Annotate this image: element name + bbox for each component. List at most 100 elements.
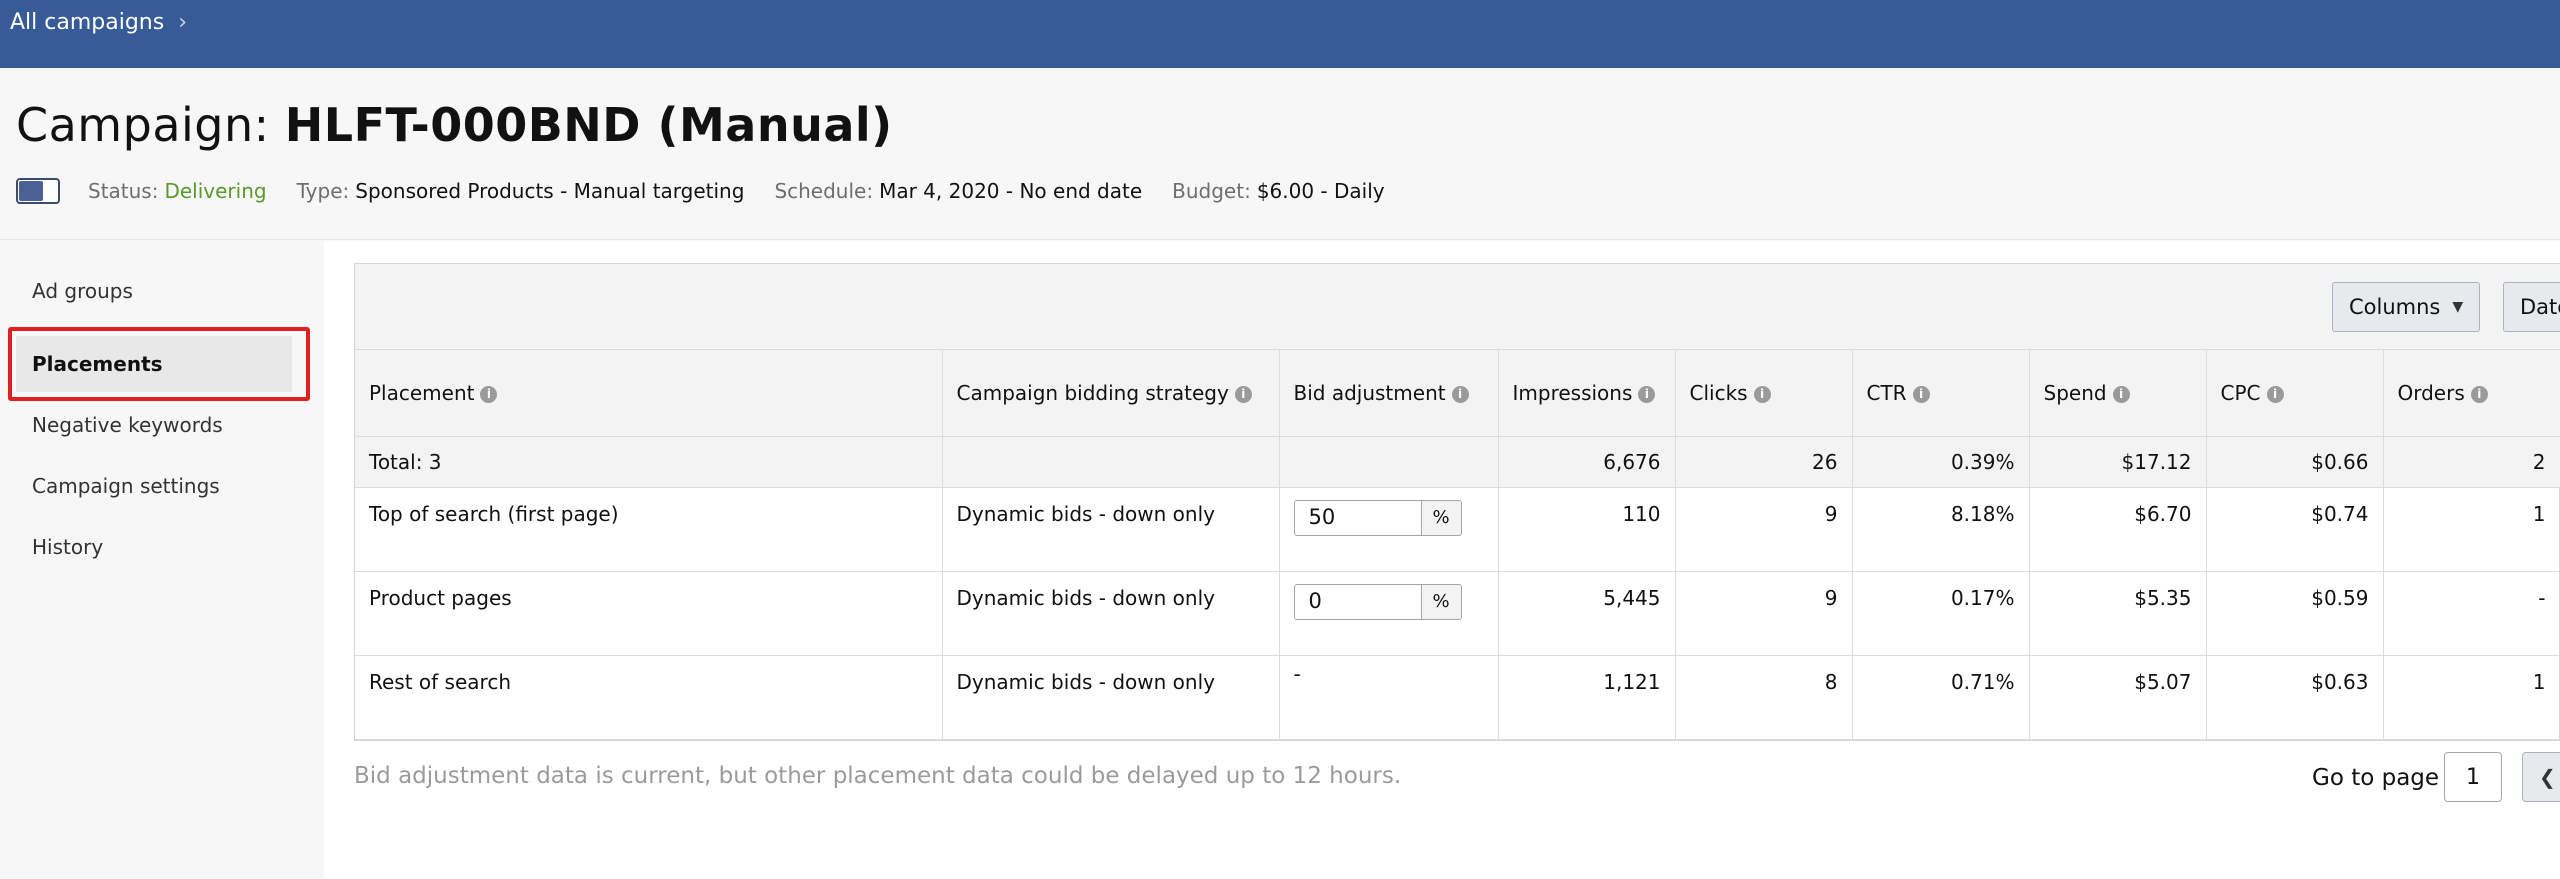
column-header-cpc[interactable]: CPC i <box>2206 350 2384 437</box>
spend-cell: $5.07 <box>2029 655 2207 740</box>
bid-adjustment-cell: - <box>1279 655 1499 740</box>
bid-adjustment-cell: 0 % <box>1279 571 1499 656</box>
info-icon[interactable]: i <box>1638 385 1656 403</box>
header-label: Campaign bidding strategy <box>956 380 1229 405</box>
total-impressions: 6,676 <box>1498 436 1676 488</box>
columns-button[interactable]: Columns ▼ <box>2332 282 2481 332</box>
column-header-bid-adjustment[interactable]: Bid adjustment i <box>1279 350 1499 437</box>
columns-button-label: Columns <box>2349 295 2441 319</box>
schedule-value: Mar 4, 2020 - No end date <box>879 179 1143 203</box>
info-icon[interactable]: i <box>1234 385 1252 403</box>
date-range-button[interactable]: Date <box>2503 282 2560 332</box>
bid-adjustment-input-group: 0 % <box>1293 583 1462 620</box>
top-navigation-bar: All campaigns › <box>0 0 2560 68</box>
ctr-cell: 0.17% <box>1852 571 2030 656</box>
sidebar-item-ad-groups[interactable]: Ad groups <box>16 263 292 319</box>
table-total-row: Total: 3 6,676 26 0.39% $17.12 $0.66 2 <box>355 436 2560 488</box>
campaign-enable-toggle[interactable] <box>16 178 60 204</box>
impressions-cell: 1,121 <box>1498 655 1676 740</box>
campaign-name: HLFT-000BND (Manual) <box>284 98 893 152</box>
budget-value: $6.00 - Daily <box>1256 179 1385 203</box>
total-strategy-empty <box>942 436 1280 488</box>
placement-cell: Rest of search <box>355 655 943 740</box>
previous-page-button[interactable]: ❮ <box>2522 752 2560 802</box>
clicks-cell: 8 <box>1675 655 1853 740</box>
sidebar-item-history[interactable]: History <box>16 519 292 575</box>
info-icon[interactable]: i <box>2266 385 2284 403</box>
header-label: Orders <box>2397 380 2465 405</box>
strategy-cell: Dynamic bids - down only <box>942 655 1280 740</box>
date-button-label: Date <box>2520 295 2560 319</box>
bid-adjustment-input[interactable]: 50 <box>1293 499 1422 536</box>
header-label: Bid adjustment <box>1293 380 1446 405</box>
column-header-ctr[interactable]: CTR i <box>1852 350 2030 437</box>
column-header-placement[interactable]: Placement i <box>355 350 943 437</box>
selection-highlight-box <box>8 327 310 401</box>
clicks-cell: 9 <box>1675 571 1853 656</box>
total-clicks: 26 <box>1675 436 1853 488</box>
go-to-page-label: Go to page <box>2312 765 2440 791</box>
sidebar-item-negative-keywords[interactable]: Negative keywords <box>16 397 292 453</box>
table-row: Rest of search Dynamic bids - down only … <box>355 655 2560 740</box>
cpc-cell: $0.59 <box>2206 571 2384 656</box>
placements-table: Placement i Campaign bidding strategy i Bi… <box>355 350 2560 740</box>
page-number-input[interactable]: 1 <box>2444 752 2502 802</box>
strategy-cell: Dynamic bids - down only <box>942 487 1280 572</box>
impressions-cell: 110 <box>1498 487 1676 572</box>
budget-label: Budget: <box>1172 179 1251 203</box>
column-header-orders[interactable]: Orders i <box>2383 350 2560 437</box>
data-delay-note: Bid adjustment data is current, but othe… <box>354 763 1402 789</box>
info-icon[interactable]: i <box>480 385 498 403</box>
header-label: Impressions <box>1512 380 1633 405</box>
status-value: Delivering <box>164 179 267 203</box>
table-row: Top of search (first page) Dynamic bids … <box>355 487 2560 572</box>
clicks-cell: 9 <box>1675 487 1853 572</box>
column-header-impressions[interactable]: Impressions i <box>1498 350 1676 437</box>
orders-cell: 1 <box>2383 655 2560 740</box>
header-label: CTR <box>1866 380 1907 405</box>
title-prefix: Campaign: <box>16 98 285 152</box>
impressions-cell: 5,445 <box>1498 571 1676 656</box>
type-label: Type: <box>296 179 350 203</box>
chevron-down-icon: ▼ <box>2452 299 2464 315</box>
orders-cell: - <box>2383 571 2560 656</box>
strategy-cell: Dynamic bids - down only <box>942 571 1280 656</box>
type-value: Sponsored Products - Manual targeting <box>355 179 745 203</box>
column-header-clicks[interactable]: Clicks i <box>1675 350 1853 437</box>
column-header-spend[interactable]: Spend i <box>2029 350 2207 437</box>
info-icon[interactable]: i <box>1753 385 1771 403</box>
header-label: Placement <box>369 380 475 405</box>
orders-cell: 1 <box>2383 487 2560 572</box>
schedule-label: Schedule: <box>774 179 874 203</box>
breadcrumb: All campaigns › <box>10 10 187 35</box>
sidebar-item-campaign-settings[interactable]: Campaign settings <box>16 458 292 514</box>
total-orders: 2 <box>2383 436 2560 488</box>
column-header-bidding-strategy[interactable]: Campaign bidding strategy i <box>942 350 1280 437</box>
info-icon[interactable]: i <box>1451 385 1469 403</box>
placement-cell: Product pages <box>355 571 943 656</box>
total-ctr: 0.39% <box>1852 436 2030 488</box>
cpc-cell: $0.63 <box>2206 655 2384 740</box>
status-label: Status: <box>88 179 159 203</box>
chevron-right-icon: › <box>178 10 188 35</box>
bid-adjustment-value: - <box>1293 661 1301 686</box>
info-icon[interactable]: i <box>2112 385 2130 403</box>
info-icon[interactable]: i <box>2470 385 2488 403</box>
table-row: Product pages Dynamic bids - down only 0… <box>355 571 2560 656</box>
table-toolbar <box>355 264 2560 350</box>
placement-cell: Top of search (first page) <box>355 487 943 572</box>
percent-suffix: % <box>1421 583 1462 620</box>
bid-adjustment-input[interactable]: 0 <box>1293 583 1422 620</box>
total-label: Total: 3 <box>355 436 943 488</box>
bid-adjustment-input-group: 50 % <box>1293 499 1462 536</box>
ctr-cell: 0.71% <box>1852 655 2030 740</box>
header-label: Clicks <box>1689 380 1748 405</box>
ctr-cell: 8.18% <box>1852 487 2030 572</box>
info-icon[interactable]: i <box>1912 385 1930 403</box>
campaign-header: Campaign: HLFT-000BND (Manual) Status: D… <box>0 68 2560 240</box>
chevron-left-icon: ❮ <box>2539 765 2556 789</box>
toggle-knob <box>19 181 43 201</box>
breadcrumb-all-campaigns-link[interactable]: All campaigns <box>10 10 164 35</box>
cpc-cell: $0.74 <box>2206 487 2384 572</box>
table-header-row: Placement i Campaign bidding strategy i Bi… <box>355 350 2560 437</box>
